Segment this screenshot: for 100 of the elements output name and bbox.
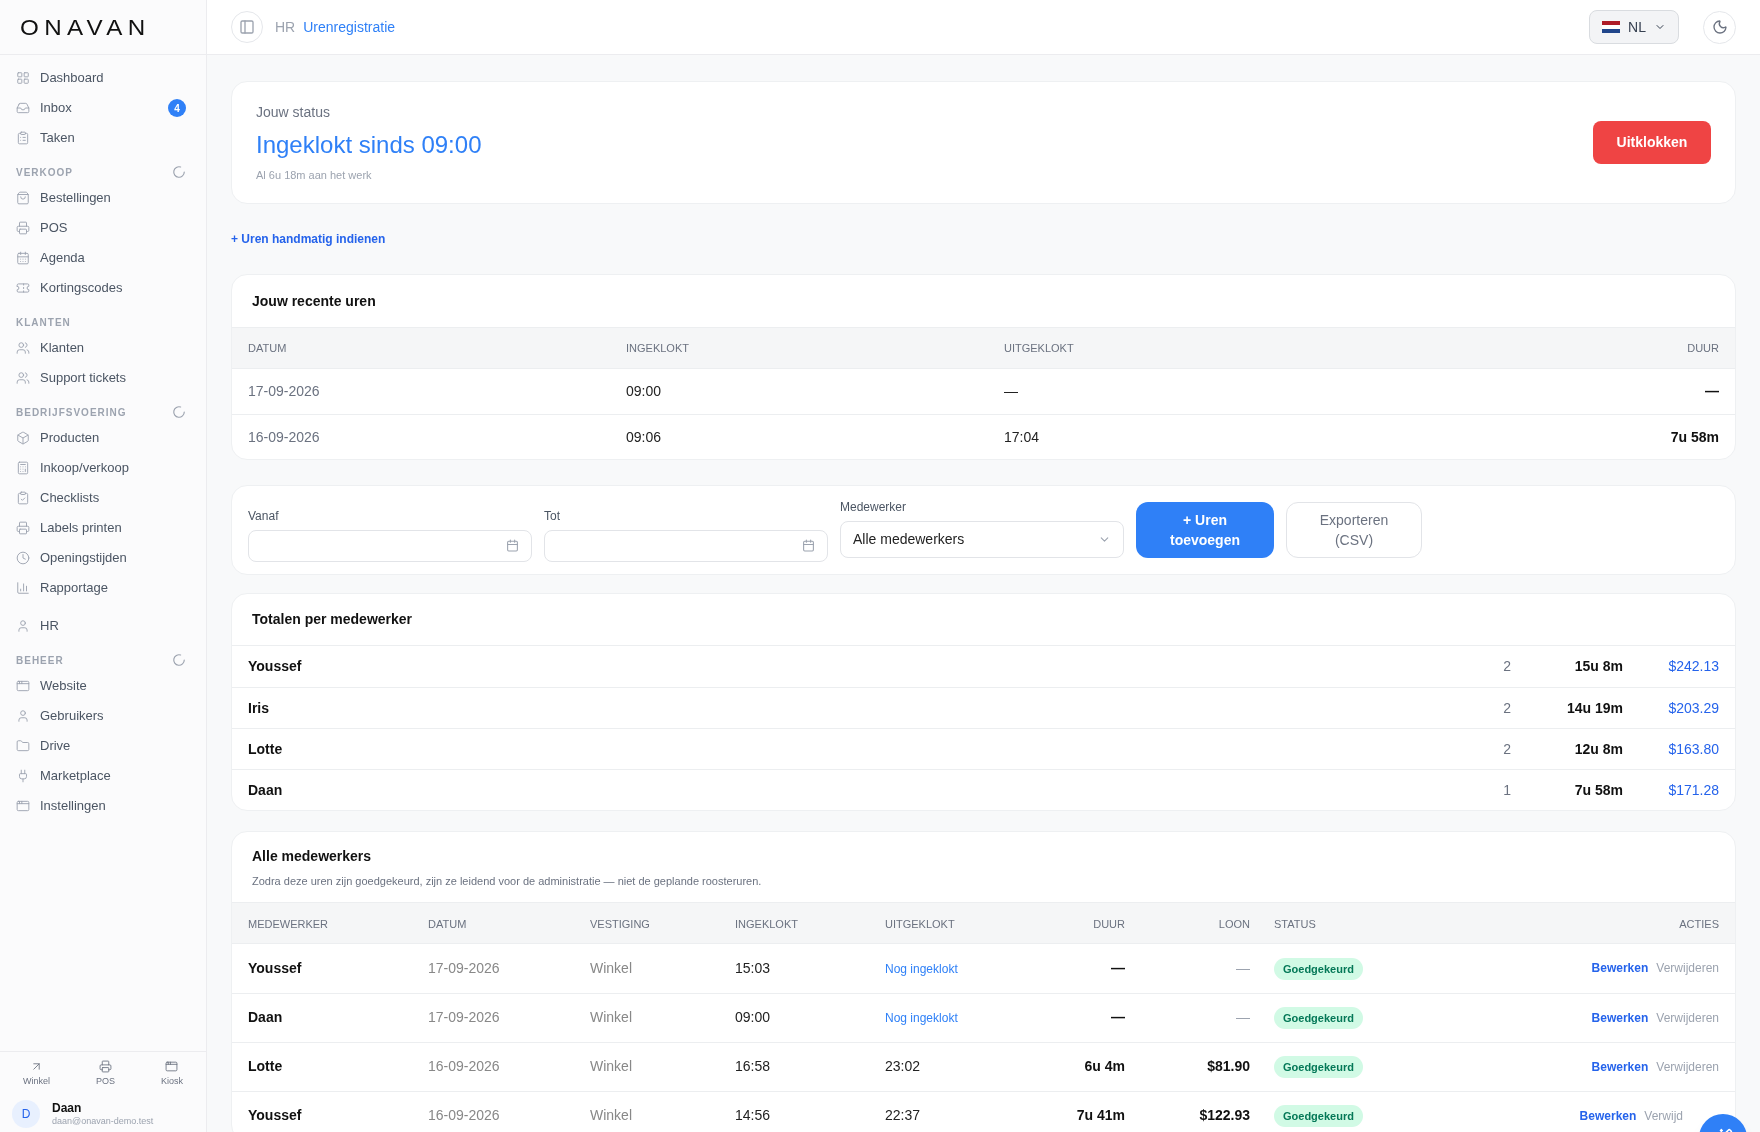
moon-icon [1711, 19, 1728, 35]
card-title: Jouw recente uren [251, 291, 377, 311]
table-cell: Winkel [590, 1009, 632, 1025]
entry-count: 1 [1502, 780, 1511, 800]
table-cell: 16-09-2026 [428, 1058, 500, 1074]
nav-item[interactable]: Checklists [12, 483, 194, 513]
status-subtitle: Al 6u 18m aan het werk [256, 167, 373, 183]
table-cell: $122.93 [1199, 1107, 1250, 1123]
nav-item[interactable]: Support tickets [12, 363, 194, 393]
inbox-icon [16, 101, 30, 115]
calendar-icon [506, 539, 519, 552]
edit-link[interactable]: Bewerken [1579, 1106, 1637, 1125]
column-header: DUUR [1093, 917, 1125, 930]
nav-item[interactable]: Inkoop/verkoop [12, 453, 194, 483]
employee-name: Youssef [248, 657, 303, 676]
edit-link[interactable]: Bewerken [1591, 1008, 1649, 1027]
calendar-icon [16, 251, 30, 265]
quick-link[interactable]: Kiosk [153, 1059, 191, 1088]
table-cell-text: 16-09-2026 [248, 427, 321, 447]
calculator-icon [16, 461, 30, 475]
entry-count: 2 [1502, 739, 1511, 759]
nav-item[interactable]: Drive [12, 731, 194, 761]
bag-icon [16, 191, 30, 205]
edit-link[interactable]: Bewerken [1591, 1057, 1649, 1076]
quick-link[interactable]: Winkel [15, 1059, 58, 1088]
plug-icon [16, 769, 30, 783]
date-field[interactable] [248, 529, 532, 562]
table-cell: — [1236, 959, 1250, 976]
add-hours-button[interactable]: + Uren toevoegen [1136, 502, 1274, 558]
nav-item[interactable]: POS [12, 213, 194, 243]
nav-item[interactable]: Marketplace [12, 761, 194, 791]
table-cell: 6u 4m [1084, 1058, 1125, 1074]
table-cell-text: — [1704, 382, 1719, 401]
status-badge: Goedgekeurd [1274, 1007, 1363, 1029]
language-select[interactable]: NL [1589, 10, 1679, 44]
nav-item[interactable]: Website [12, 671, 194, 701]
nav-item[interactable]: Agenda [12, 243, 194, 273]
total-duration: 15u 8m [1573, 657, 1623, 676]
section-heading: BEHEER [16, 653, 64, 668]
nav-item[interactable]: Inbox 4 [12, 93, 194, 123]
table-cell: 15:03 [735, 959, 771, 976]
total-duration: 7u 58m [1573, 780, 1623, 800]
status-title: Ingeklokt sinds 09:00 [256, 129, 482, 160]
nav-item[interactable]: Instellingen [12, 791, 194, 821]
user-icon [16, 709, 30, 723]
edit-link[interactable]: Bewerken [1591, 959, 1649, 977]
window-icon [16, 679, 30, 693]
table-cell-text: 17:04 [1004, 427, 1041, 447]
nav-item[interactable]: Openingstijden [12, 543, 194, 573]
nav-item[interactable]: Klanten [12, 333, 194, 363]
nav-item[interactable]: Labels printen [12, 513, 194, 543]
table-cell: Winkel [590, 959, 632, 976]
nav-item[interactable]: Producten [12, 423, 194, 453]
employee-name: Daan [248, 1009, 283, 1025]
user-icon [16, 619, 30, 633]
table-cell: — [1236, 1009, 1250, 1025]
checklist-icon [16, 491, 30, 505]
nav-item[interactable]: Gebruikers [12, 701, 194, 731]
flag-icon [1602, 21, 1621, 33]
nav-item[interactable]: Dashboard [12, 63, 194, 93]
section-heading: BEDRIJFSVOERING [16, 405, 127, 420]
column-header: UITGEKLOKT [885, 917, 955, 930]
user-name: Daan [52, 1100, 83, 1116]
total-duration: 12u 8m [1573, 739, 1623, 759]
employee-name: Iris [248, 698, 270, 718]
nav-item[interactable]: Kortingscodes [12, 273, 194, 303]
status-badge: Goedgekeurd [1274, 1056, 1363, 1078]
total-amount: $242.13 [1667, 657, 1719, 676]
status-badge: Goedgekeurd [1274, 1105, 1363, 1127]
column-header: ACTIES [1679, 917, 1719, 930]
date-field[interactable] [544, 529, 828, 562]
employee-select[interactable]: Alle medewerkers [840, 521, 1124, 558]
table-cell: 23:02 [885, 1058, 921, 1074]
employee-name: Lotte [248, 739, 284, 759]
bar-chart-icon [16, 581, 30, 595]
section-heading: VERKOOP [16, 165, 73, 180]
card-title: Totalen per medewerker [232, 594, 1735, 646]
card-description: Zodra deze uren zijn goedgekeurd, zijn ze leidend voor de administratie — niet de geplande roosteruren. [252, 874, 763, 889]
ticket-icon [16, 281, 30, 295]
manual-entry-link[interactable]: + Uren handmatig indienen [231, 230, 386, 248]
column-header: VESTIGING [590, 917, 650, 930]
field-label: Medewerker [840, 499, 908, 516]
entry-count: 2 [1502, 698, 1511, 718]
nav-item[interactable]: Bestellingen [12, 183, 194, 213]
users-icon [16, 371, 30, 385]
section-heading: KLANTEN [16, 315, 71, 330]
panel-icon [239, 19, 255, 35]
quick-link[interactable]: POS [88, 1059, 123, 1088]
clock-out-button[interactable]: Uitklokken [1593, 121, 1711, 164]
table-cell: 7u 41m [1076, 1107, 1125, 1123]
column-header: STATUS [1274, 917, 1316, 930]
nav-item[interactable]: Taken [12, 123, 194, 153]
nav-item[interactable]: HR [12, 611, 194, 641]
table-cell-text: — [1004, 382, 1019, 401]
printer-icon [16, 521, 30, 535]
nav-item[interactable]: Rapportage [12, 573, 194, 603]
table-cell: Nog ingeklokt [885, 1011, 958, 1025]
table-cell: Winkel [590, 1107, 632, 1123]
window-icon [165, 1059, 179, 1073]
export-button[interactable]: Exporteren (CSV) [1286, 502, 1422, 558]
